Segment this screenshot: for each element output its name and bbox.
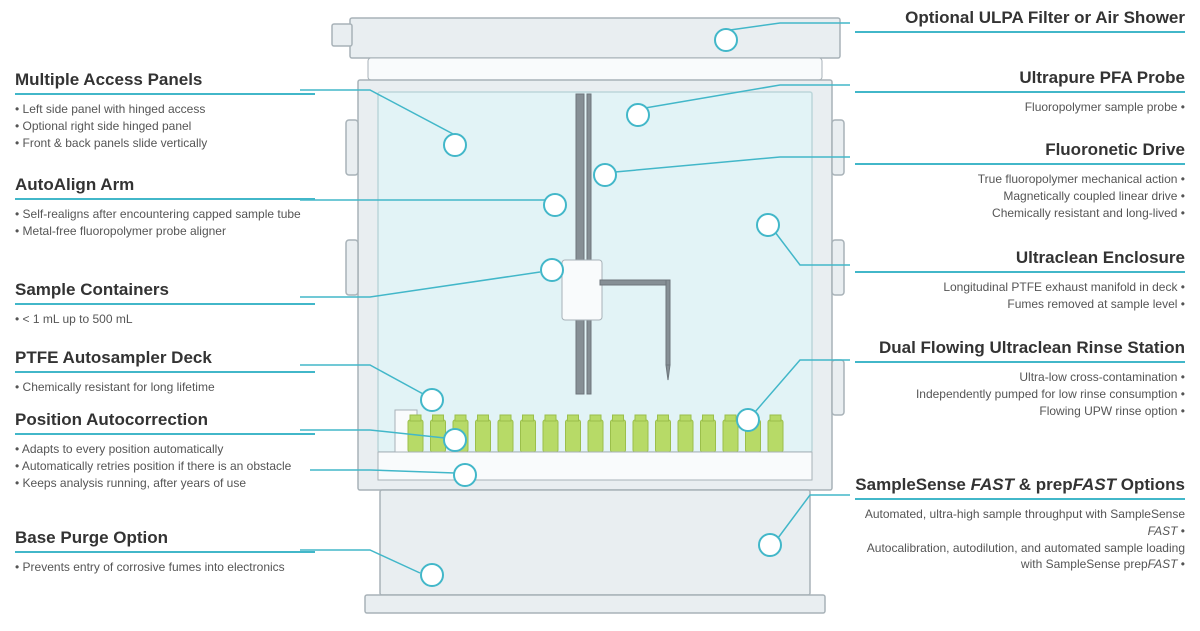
callout-left-2: Sample Containers < 1 mL up to 500 mL	[15, 280, 315, 328]
callout-left-1: AutoAlign Arm Self-realigns after encount…	[15, 175, 315, 240]
callout-title: Fluoronetic Drive	[855, 140, 1185, 165]
callout-title: Ultraclean Enclosure	[855, 248, 1185, 273]
callout-bullets: Ultra-low cross-contaminationIndependent…	[855, 369, 1185, 419]
callout-title: Multiple Access Panels	[15, 70, 315, 95]
callout-bullets: Automated, ultra-high sample throughput …	[855, 506, 1185, 573]
callout-bullets: Prevents entry of corrosive fumes into e…	[15, 559, 315, 576]
callout-left-4: Position Autocorrection Adapts to every p…	[15, 410, 315, 491]
callout-bullets: Longitudinal PTFE exhaust manifold in de…	[855, 279, 1185, 313]
callout-title: SampleSense FAST & prepFAST Options	[855, 475, 1185, 500]
callout-left-3: PTFE Autosampler Deck Chemically resistan…	[15, 348, 315, 396]
callout-right-4: Dual Flowing Ultraclean Rinse Station Ult…	[855, 338, 1185, 419]
callout-title: Ultrapure PFA Probe	[855, 68, 1185, 93]
callout-title: Base Purge Option	[15, 528, 315, 553]
callout-bullets: < 1 mL up to 500 mL	[15, 311, 315, 328]
callout-right-1: Ultrapure PFA Probe Fluoropolymer sample …	[855, 68, 1185, 116]
callout-bullets: True fluoropolymer mechanical actionMagn…	[855, 171, 1185, 221]
callout-bullets: Self-realigns after encountering capped …	[15, 206, 315, 240]
callout-left-5: Base Purge Option Prevents entry of corro…	[15, 528, 315, 576]
callout-title: PTFE Autosampler Deck	[15, 348, 315, 373]
callout-right-2: Fluoronetic Drive True fluoropolymer mech…	[855, 140, 1185, 221]
callout-bullets: Chemically resistant for long lifetime	[15, 379, 315, 396]
callout-bullets: Left side panel with hinged accessOption…	[15, 101, 315, 151]
callout-title: AutoAlign Arm	[15, 175, 315, 200]
callout-right-0: Optional ULPA Filter or Air Shower	[855, 8, 1185, 39]
callout-title: Optional ULPA Filter or Air Shower	[855, 8, 1185, 33]
callout-title: Sample Containers	[15, 280, 315, 305]
callout-title: Dual Flowing Ultraclean Rinse Station	[855, 338, 1185, 363]
callout-bullets: Adapts to every position automaticallyAu…	[15, 441, 315, 491]
callout-bullets: Fluoropolymer sample probe	[855, 99, 1185, 116]
callout-title: Position Autocorrection	[15, 410, 315, 435]
callout-right-5: SampleSense FAST & prepFAST Options Autom…	[855, 475, 1185, 573]
machine-illustration	[332, 18, 844, 613]
callout-left-0: Multiple Access Panels Left side panel wi…	[15, 70, 315, 151]
callout-right-3: Ultraclean Enclosure Longitudinal PTFE ex…	[855, 248, 1185, 313]
